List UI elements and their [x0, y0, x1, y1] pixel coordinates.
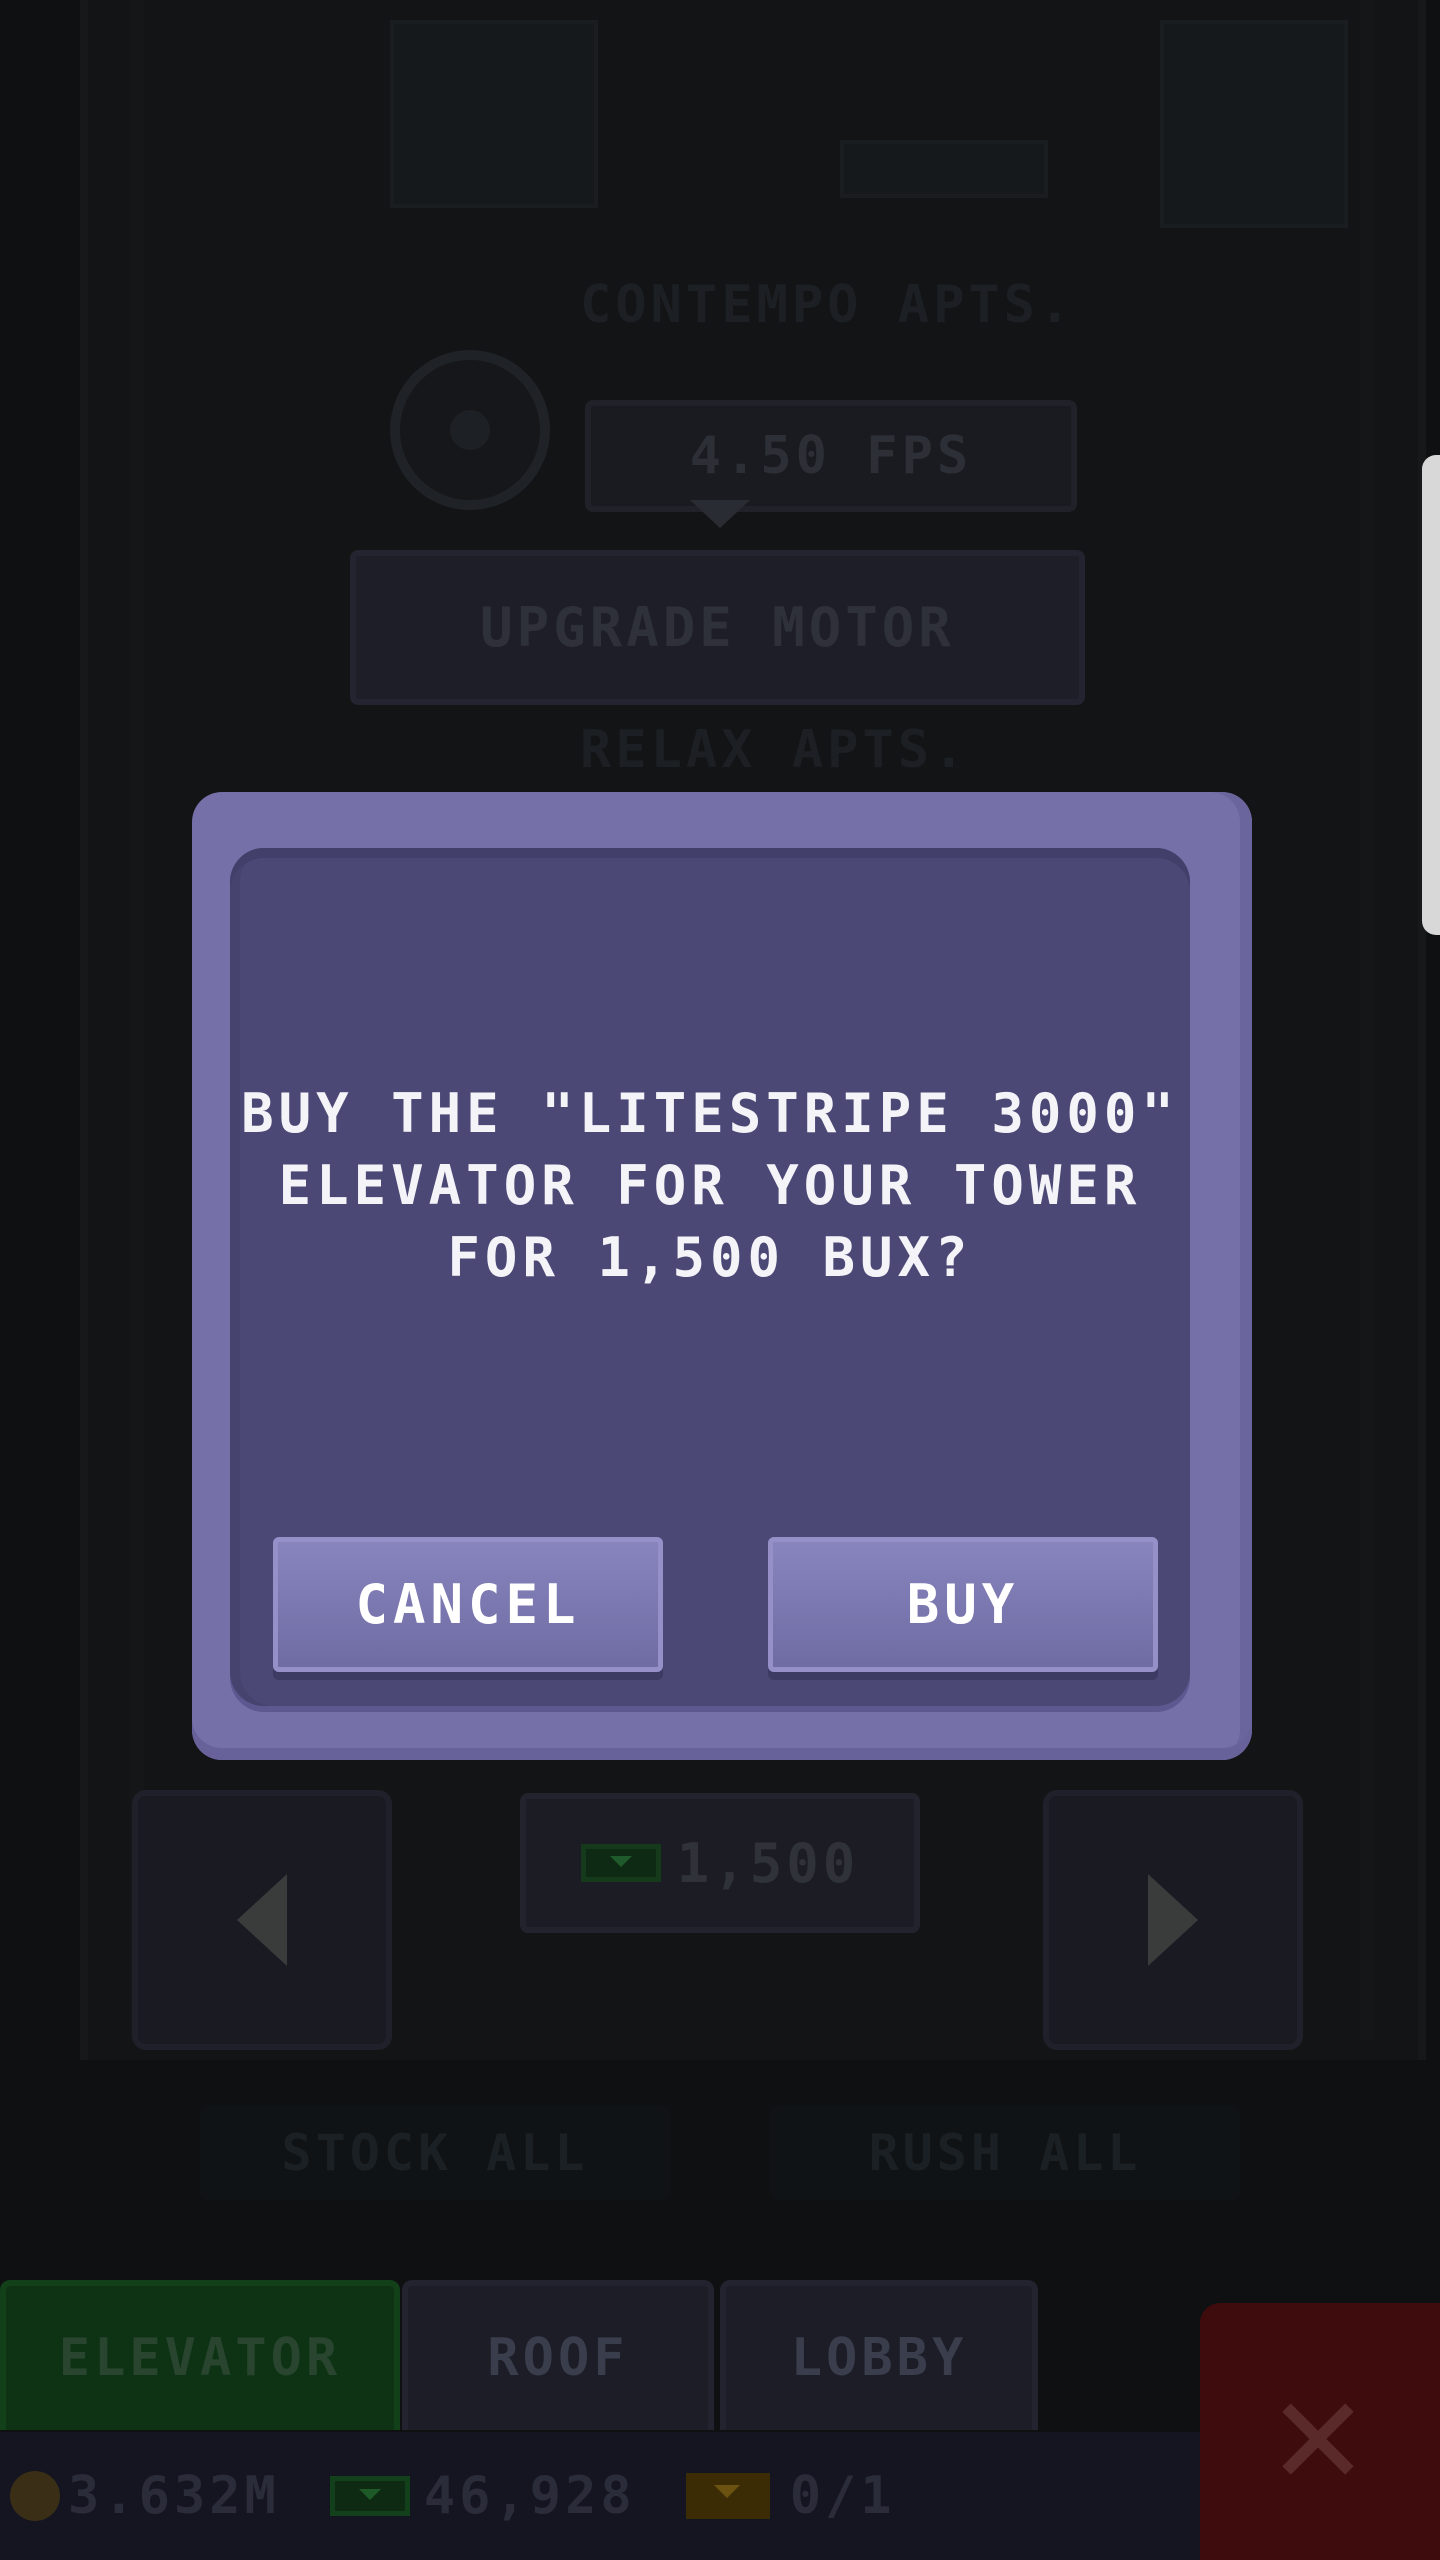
- edge-panel-handle[interactable]: [1422, 455, 1440, 935]
- buy-button[interactable]: BUY: [768, 1537, 1158, 1672]
- tickets-value: 0/1: [789, 2466, 896, 2526]
- close-button[interactable]: ✕: [1200, 2303, 1440, 2560]
- cancel-label: CANCEL: [355, 1573, 581, 1636]
- floor-label-mid: RELAX APTS.: [580, 720, 969, 780]
- motor-speed-display: 4.50 FPS: [585, 400, 1077, 512]
- motor-gear-icon: [360, 320, 580, 540]
- chevron-down-icon: [690, 500, 750, 528]
- elevator-price: 1,500: [520, 1793, 920, 1933]
- next-elevator-button[interactable]: [1043, 1790, 1303, 2050]
- tab-lobby[interactable]: LOBBY: [720, 2280, 1038, 2430]
- arrow-left-icon: [237, 1874, 287, 1966]
- stock-all-button[interactable]: STOCK ALL: [200, 2105, 670, 2200]
- rush-all-label: RUSH ALL: [868, 2123, 1142, 2182]
- tab-lobby-label: LOBBY: [790, 2328, 968, 2388]
- bux-icon: [329, 2476, 410, 2516]
- tab-roof[interactable]: ROOF: [402, 2280, 714, 2430]
- rush-all-button[interactable]: RUSH ALL: [770, 2105, 1240, 2200]
- cancel-button[interactable]: CANCEL: [273, 1537, 663, 1672]
- coins-value: 3.632M: [68, 2466, 280, 2526]
- arrow-right-icon: [1148, 1874, 1198, 1966]
- bux-icon: [580, 1844, 661, 1882]
- tab-elevator-label: ELEVATOR: [58, 2328, 342, 2388]
- upgrade-motor-button[interactable]: UPGRADE MOTOR: [350, 550, 1085, 705]
- currency-status-bar: 3.632M 46,928 0/1: [0, 2432, 1200, 2560]
- ticket-icon: [685, 2473, 770, 2519]
- window: [840, 140, 1048, 198]
- wall-pillar: [130, 0, 144, 2040]
- buy-label: BUY: [906, 1573, 1020, 1636]
- floor-label-top: CONTEMPO APTS.: [580, 275, 1075, 335]
- tab-roof-label: ROOF: [487, 2328, 629, 2388]
- window: [390, 20, 598, 208]
- tab-elevator[interactable]: ELEVATOR: [0, 2280, 400, 2430]
- prev-elevator-button[interactable]: [132, 1790, 392, 2050]
- dialog-message: BUY THE "LITESTRIPE 3000" ELEVATOR FOR Y…: [241, 1082, 1179, 1289]
- coin-icon: [10, 2471, 60, 2521]
- stock-all-label: STOCK ALL: [281, 2123, 589, 2182]
- window: [1160, 20, 1348, 228]
- bux-value: 46,928: [423, 2466, 636, 2526]
- elevator-price-value: 1,500: [676, 1831, 860, 1895]
- wall-pillar: [1360, 0, 1374, 2040]
- close-icon: ✕: [1272, 2344, 1368, 2519]
